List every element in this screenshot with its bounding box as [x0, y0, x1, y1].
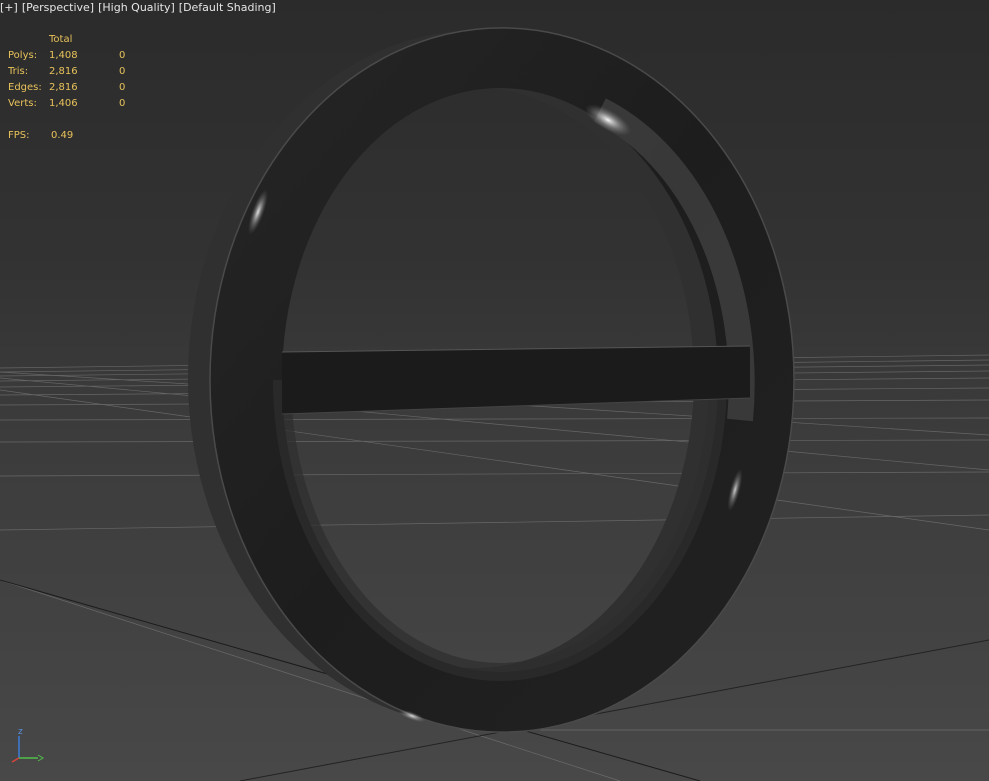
stats-row: Verts: 1,406 0 — [8, 96, 139, 112]
stats-selected-value: 0 — [119, 50, 126, 61]
ring-object[interactable] — [187, 27, 795, 733]
stats-row: Polys: 1,408 0 — [8, 48, 139, 64]
stats-total-value: 1,408 — [49, 50, 78, 61]
stats-total-header: Total — [49, 34, 73, 45]
stats-total-value: 2,816 — [49, 82, 78, 93]
viewport-shading-mode-menu[interactable]: [Default Shading] — [179, 1, 276, 14]
stats-selected-value: 0 — [119, 82, 126, 93]
axis-z-label: z — [18, 727, 23, 737]
statistics-overlay: Total Polys: 1,408 0 Tris: 2,816 0 Edges… — [8, 32, 139, 144]
stats-row: Tris: 2,816 0 — [8, 64, 139, 80]
viewport-point-of-view-menu[interactable]: [Perspective] — [22, 1, 94, 14]
stats-label: Tris: — [8, 66, 29, 77]
ring-crossbar — [282, 346, 750, 414]
viewport-shading-quality-menu[interactable]: [High Quality] — [98, 1, 175, 14]
stats-row: Edges: 2,816 0 — [8, 80, 139, 96]
fps-value: 0.49 — [51, 130, 74, 141]
stats-label: Edges: — [8, 82, 42, 93]
scene-canvas[interactable] — [0, 0, 989, 781]
stats-header-row: Total — [8, 32, 139, 48]
stats-selected-value: 0 — [119, 66, 126, 77]
axis-y-line — [11, 757, 20, 763]
stats-fps-row: FPS: 0.49 — [8, 128, 139, 144]
stats-selected-value: 0 — [119, 98, 126, 109]
viewport-plus-menu[interactable]: [+] — [0, 1, 18, 14]
stats-label: Verts: — [8, 98, 37, 109]
perspective-viewport[interactable]: [+] [Perspective] [High Quality] [Default S… — [0, 0, 989, 781]
stats-total-value: 1,406 — [49, 98, 78, 109]
viewport-label-menu: [+] [Perspective] [High Quality] [Default S… — [0, 1, 276, 14]
fps-label: FPS: — [8, 130, 30, 141]
stats-total-value: 2,816 — [49, 66, 78, 77]
stats-label: Polys: — [8, 50, 38, 61]
axis-gizmo-icon: z — [11, 727, 44, 763]
axis-x-arrow — [37, 754, 44, 762]
